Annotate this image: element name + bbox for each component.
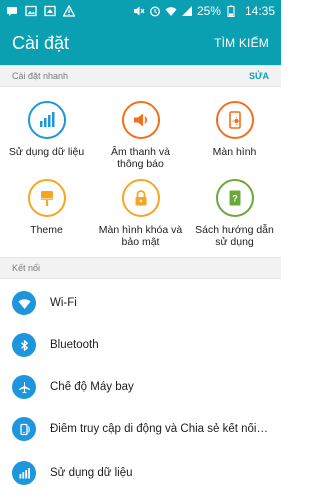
tile-label: Sách hướng dẫn sử dụng (195, 224, 274, 248)
lock-icon (121, 179, 160, 217)
wifi-icon (12, 291, 36, 315)
connections-title: Kết nối (12, 263, 41, 273)
tile-theme[interactable]: Theme (0, 179, 93, 236)
user-manual-icon: ? (215, 179, 254, 217)
message-icon (6, 5, 18, 17)
tile-display[interactable]: Màn hình (188, 101, 281, 158)
status-bar: 25% 14:35 (0, 0, 281, 21)
image-icon (25, 5, 37, 17)
tile-label: Màn hình (212, 146, 257, 158)
tile-label: Âm thanh và thông báo (111, 146, 170, 170)
display-icon (215, 101, 254, 139)
tile-data-usage[interactable]: Sử dụng dữ liệu (0, 101, 93, 158)
battery-icon (225, 5, 237, 17)
list-item-airplane-mode[interactable]: Chế độ Máy bay (0, 365, 281, 409)
list-item-label: Sử dụng dữ liệu (50, 467, 133, 479)
search-button[interactable]: TÌM KIẾM (214, 36, 269, 50)
alarm-icon (149, 5, 161, 17)
mute-icon (133, 5, 145, 17)
battery-percent: 25% (196, 3, 221, 18)
status-time: 14:35 (244, 3, 275, 18)
quick-settings-title: Cài đặt nhanh (12, 71, 69, 81)
tile-sound[interactable]: Âm thanh và thông báo (94, 101, 187, 170)
list-item-data-usage[interactable]: Sử dụng dữ liệu (0, 451, 281, 495)
edit-button[interactable]: SỬA (249, 71, 269, 81)
page-title: Cài đặt (12, 32, 70, 53)
quick-settings-grid: Sử dụng dữ liệu Âm thanh và thông báo Mà… (0, 89, 281, 257)
warning-icon (63, 4, 75, 17)
quick-settings-header: Cài đặt nhanh SỬA (0, 65, 281, 87)
data-usage-icon (12, 461, 36, 485)
tile-lock-screen[interactable]: Màn hình khóa và bảo mật (94, 179, 187, 248)
bluetooth-icon (12, 333, 36, 357)
app-bar: Cài đặt TÌM KIẾM (0, 21, 281, 65)
airplane-icon (12, 375, 36, 399)
signal-icon (181, 5, 193, 17)
status-notifications (6, 4, 75, 17)
tile-user-manual[interactable]: ? Sách hướng dẫn sử dụng (188, 179, 281, 248)
data-usage-icon (27, 101, 66, 139)
tile-label: Sử dụng dữ liệu (8, 146, 85, 158)
list-item-label: Chế độ Máy bay (50, 381, 134, 393)
hotspot-icon (12, 417, 36, 441)
list-item-label: Điểm truy cập di động và Chia sẻ kết nối… (50, 423, 268, 435)
list-item-hotspot[interactable]: Điểm truy cập di động và Chia sẻ kết nối… (0, 407, 281, 451)
list-item-bluetooth[interactable]: Bluetooth (0, 323, 281, 367)
list-item-label: Wi-Fi (50, 297, 77, 309)
wifi-icon (165, 5, 177, 17)
theme-icon (27, 179, 66, 217)
sound-icon (121, 101, 160, 139)
connections-header: Kết nối (0, 257, 281, 279)
screenshot-icon (44, 5, 56, 17)
tile-label: Màn hình khóa và bảo mật (98, 224, 183, 248)
status-system: 25% 14:35 (133, 4, 275, 18)
tile-label: Theme (30, 224, 63, 236)
list-item-label: Bluetooth (50, 339, 99, 351)
list-item-wifi[interactable]: Wi-Fi (0, 281, 281, 325)
svg-text:?: ? (232, 194, 238, 204)
